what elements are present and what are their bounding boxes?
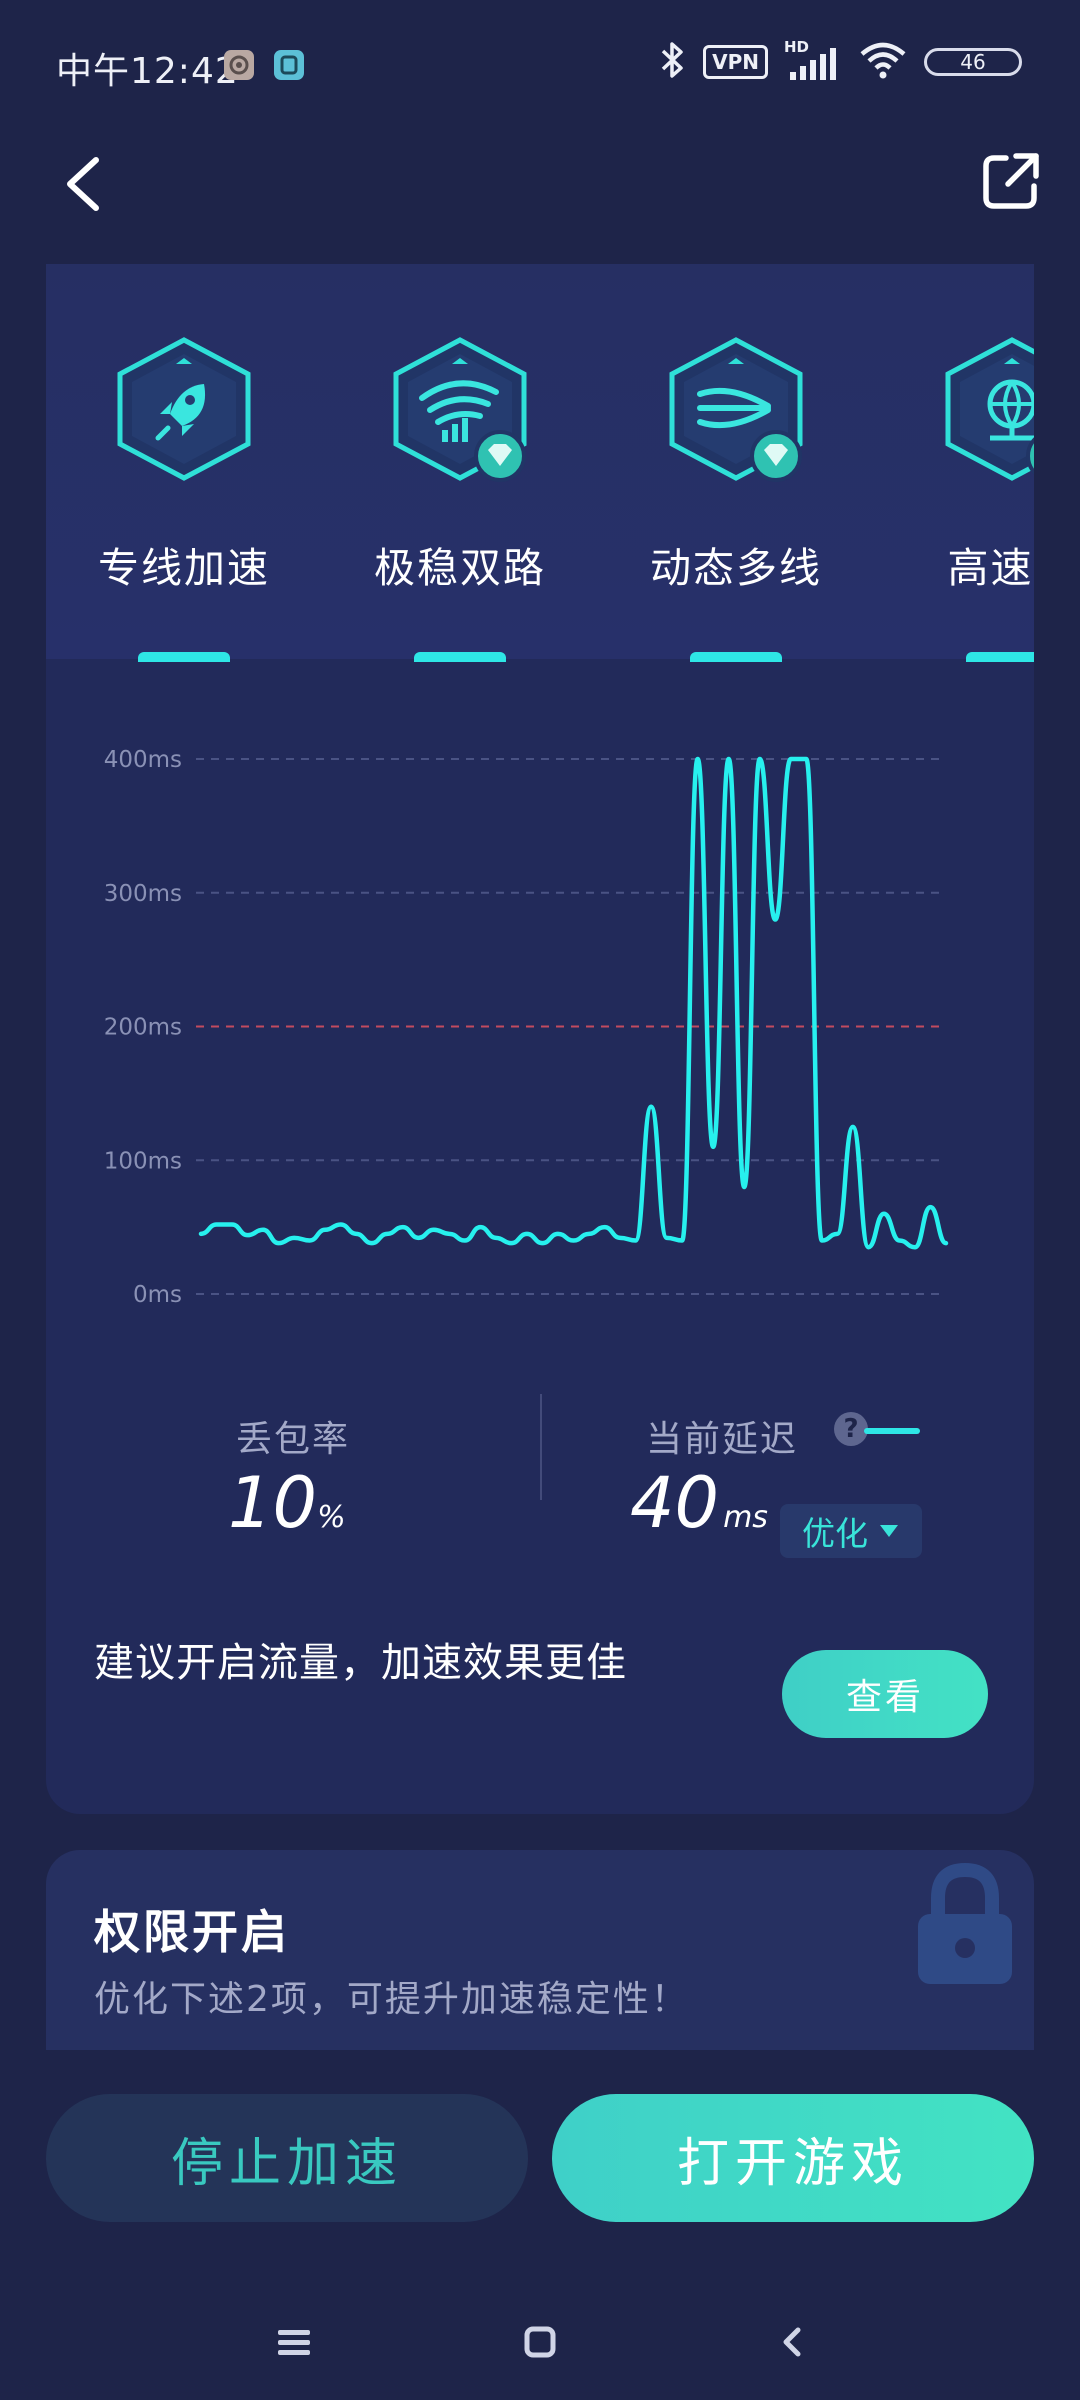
- latency-value: 40 ms: [630, 1462, 768, 1544]
- menu-icon: [278, 2330, 310, 2355]
- y-tick-label: 200ms: [104, 1015, 182, 1041]
- tab-label: 极稳双路: [374, 544, 546, 592]
- latency-unit: ms: [723, 1500, 768, 1535]
- app-notification-icon: [224, 50, 254, 80]
- stats-divider: [540, 1394, 542, 1500]
- mobile-data-tip: 建议开启流量，加速效果更佳: [94, 1640, 627, 1686]
- permission-subtitle: 优化下述2项，可提升加速稳定性！: [94, 1979, 689, 2020]
- packet-loss-label: 丢包率: [236, 1419, 351, 1460]
- latency-chart-svg: 400ms 300ms 200ms 100ms 0ms: [104, 747, 949, 1308]
- menu-nav-button[interactable]: [276, 2324, 312, 2364]
- dual-wifi-icon: [388, 334, 532, 484]
- optimize-label: 优化: [802, 1514, 868, 1553]
- tab-label: 专线加速: [98, 544, 270, 592]
- wifi-icon: [858, 40, 908, 84]
- packet-loss-value: 10 %: [228, 1462, 346, 1544]
- app-notification-icon-2: [274, 50, 304, 80]
- home-square-icon: [524, 2326, 556, 2358]
- caret-down-icon: [880, 1525, 898, 1537]
- tab-dedicated-line[interactable]: 专线加速: [46, 264, 322, 662]
- tab-high-speed[interactable]: 高速专: [874, 264, 1035, 662]
- system-navigation-bar: [0, 2296, 1080, 2400]
- rocket-icon: [112, 334, 256, 484]
- permission-card[interactable]: 权限开启 优化下述2项，可提升加速稳定性！: [46, 1850, 1034, 2050]
- signal-icon: HD: [784, 38, 842, 82]
- acceleration-card: 专线加速 极稳双路 动态多线 高速 400ms 300ms 200ms 100m…: [46, 264, 1034, 1814]
- legend-swatch: [864, 1428, 920, 1434]
- y-tick-label: 100ms: [104, 1148, 182, 1174]
- tab-stable-dual[interactable]: 极稳双路: [322, 264, 598, 662]
- y-tick-label: 300ms: [104, 881, 182, 907]
- latency-label: 当前延迟: [646, 1419, 799, 1460]
- view-button[interactable]: 查看: [782, 1650, 988, 1738]
- tab-label: 动态多线: [650, 544, 822, 592]
- help-icon[interactable]: ?: [834, 1412, 868, 1446]
- tab-label: 高速专: [947, 544, 1035, 592]
- open-game-button[interactable]: 打开游戏: [552, 2094, 1034, 2222]
- latency-number: 40: [630, 1462, 720, 1544]
- share-button[interactable]: [980, 150, 1042, 212]
- home-nav-button[interactable]: [522, 2324, 558, 2364]
- latency-chart: 400ms 300ms 200ms 100ms 0ms: [46, 659, 1034, 1349]
- status-bar: 中午12:42 VPN HD 46: [0, 0, 1080, 130]
- chevron-left-icon: [67, 157, 99, 211]
- y-tick-label: 400ms: [104, 747, 182, 773]
- optimize-dropdown[interactable]: 优化: [780, 1504, 922, 1558]
- tab-dynamic-multi[interactable]: 动态多线: [598, 264, 874, 662]
- battery-indicator: 46: [924, 48, 1022, 76]
- multi-line-icon: [664, 334, 808, 484]
- share-external-icon: [983, 153, 1039, 209]
- status-indicators: VPN HD 46: [657, 38, 1022, 84]
- back-nav-button[interactable]: [774, 2324, 810, 2364]
- permission-title: 权限开启: [94, 1905, 290, 1959]
- vpn-badge: VPN: [703, 45, 768, 79]
- status-time: 中午12:42: [56, 51, 239, 92]
- y-tick-label: 0ms: [133, 1282, 182, 1308]
- packet-loss-unit: %: [317, 1500, 346, 1535]
- back-button[interactable]: [56, 152, 112, 216]
- globe-network-icon: [940, 334, 1034, 484]
- mode-tabs: 专线加速 极稳双路 动态多线 高速: [46, 264, 1035, 662]
- packet-loss-number: 10: [228, 1462, 318, 1544]
- back-nav-icon: [783, 2327, 801, 2357]
- lock-icon: [910, 1860, 1020, 1994]
- bluetooth-icon: [657, 40, 687, 84]
- latency-series-line: [198, 756, 949, 1250]
- stop-acceleration-button[interactable]: 停止加速: [46, 2094, 528, 2222]
